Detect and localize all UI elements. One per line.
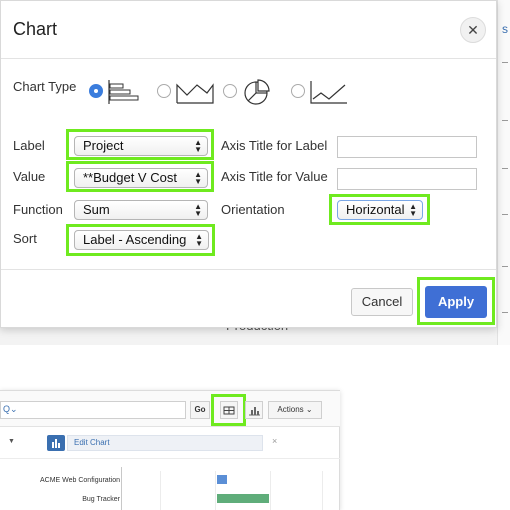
chart-row-label: ACME Web Configuration xyxy=(39,477,120,484)
background-mark xyxy=(502,266,508,267)
bar-chart-icon xyxy=(52,439,60,448)
report-toolbar: Q⌄ Go Actions ⌄ xyxy=(0,391,340,427)
chart-bar xyxy=(217,494,269,503)
label-field-label: Label xyxy=(13,138,45,153)
edit-chart-link[interactable]: Edit Chart xyxy=(67,435,263,451)
search-input[interactable]: Q⌄ xyxy=(0,401,186,419)
chart-gridline xyxy=(160,471,161,510)
dialog-header: Chart ✕ xyxy=(1,1,496,59)
actions-menu-button[interactable]: Actions ⌄ xyxy=(268,401,322,419)
value-select-value: **Budget V Cost xyxy=(83,170,177,185)
select-arrows-icon: ▲ ▼ xyxy=(194,138,202,154)
go-button[interactable]: Go xyxy=(190,401,210,419)
label-select-value: Project xyxy=(83,138,124,153)
value-field-label: Value xyxy=(13,169,46,184)
sort-select-value: Label - Ascending xyxy=(83,232,187,247)
chart-type-radio-area[interactable] xyxy=(157,84,171,98)
dialog-footer-divider xyxy=(1,269,496,270)
close-icon: ✕ xyxy=(467,21,479,38)
cancel-button[interactable]: Cancel xyxy=(351,288,413,316)
chevron-down-icon: ⌄ xyxy=(305,405,313,414)
chart-preview: ACME Web Configuration Bug Tracker xyxy=(0,459,340,510)
area-chart-icon[interactable] xyxy=(175,79,215,105)
interactive-report: Q⌄ Go Actions ⌄ ▼ Edit Chart × ACME Web … xyxy=(0,390,340,510)
select-arrows-icon: ▲ ▼ xyxy=(409,202,417,218)
value-select[interactable]: **Budget V Cost ▲ ▼ xyxy=(74,168,208,188)
chart-type-radio-horizontal-bar[interactable] xyxy=(89,84,103,98)
bar-chart-icon xyxy=(249,407,260,416)
orientation-field-label: Orientation xyxy=(221,202,285,217)
function-select-value: Sum xyxy=(83,202,110,217)
line-chart-icon[interactable] xyxy=(309,79,349,105)
chart-type-label: Chart Type xyxy=(13,79,77,94)
chart-type-radio-line[interactable] xyxy=(291,84,305,98)
function-field-label: Function xyxy=(13,202,63,217)
pie-chart-icon[interactable] xyxy=(241,78,273,106)
background-mark xyxy=(502,120,508,121)
background-letter: s xyxy=(502,22,508,36)
remove-chart-icon[interactable]: × xyxy=(272,436,277,446)
select-arrows-icon: ▲ ▼ xyxy=(194,170,202,186)
background-mark xyxy=(502,312,508,313)
chart-type-radio-pie[interactable] xyxy=(223,84,237,98)
axis-title-label-field-label: Axis Title for Label xyxy=(221,138,328,153)
axis-title-value-input[interactable] xyxy=(337,168,477,190)
chart-axis xyxy=(121,467,122,510)
select-arrows-icon: ▲ ▼ xyxy=(195,232,203,248)
chart-row-label: Bug Tracker xyxy=(82,496,120,503)
chart-gridline xyxy=(270,471,271,510)
chart-dialog: Chart ✕ Chart Type Label Project ▲ ▼ Valu… xyxy=(0,0,497,328)
chart-view-button[interactable] xyxy=(245,401,263,419)
background-mark xyxy=(502,62,508,63)
label-select[interactable]: Project ▲ ▼ xyxy=(74,136,208,156)
search-icon[interactable]: Q⌄ xyxy=(3,404,18,415)
orientation-select[interactable]: Horizontal ▲ ▼ xyxy=(337,200,423,220)
horizontal-bar-chart-icon[interactable] xyxy=(107,79,143,105)
chart-settings-row: ▼ Edit Chart × xyxy=(0,427,340,459)
axis-title-value-field-label: Axis Title for Value xyxy=(221,169,328,184)
background-column xyxy=(497,0,510,345)
close-button[interactable]: ✕ xyxy=(460,17,486,43)
collapse-caret-icon[interactable]: ▼ xyxy=(8,438,15,445)
chart-bar xyxy=(217,475,227,484)
axis-title-label-input[interactable] xyxy=(337,136,477,158)
background-mark xyxy=(502,168,508,169)
actions-label: Actions xyxy=(277,405,304,414)
sort-select[interactable]: Label - Ascending ▲ ▼ xyxy=(74,230,209,250)
sort-field-label: Sort xyxy=(13,231,37,246)
orientation-select-value: Horizontal xyxy=(346,202,405,217)
chart-gridline xyxy=(322,471,323,510)
function-select[interactable]: Sum ▲ ▼ xyxy=(74,200,208,220)
apply-button[interactable]: Apply xyxy=(425,286,487,318)
grid-view-highlight xyxy=(211,394,246,426)
select-arrows-icon: ▲ ▼ xyxy=(194,202,202,218)
chart-settings-icon[interactable] xyxy=(47,435,65,451)
dialog-title: Chart xyxy=(13,19,58,39)
background-mark xyxy=(502,214,508,215)
chart-gridline xyxy=(215,471,216,510)
